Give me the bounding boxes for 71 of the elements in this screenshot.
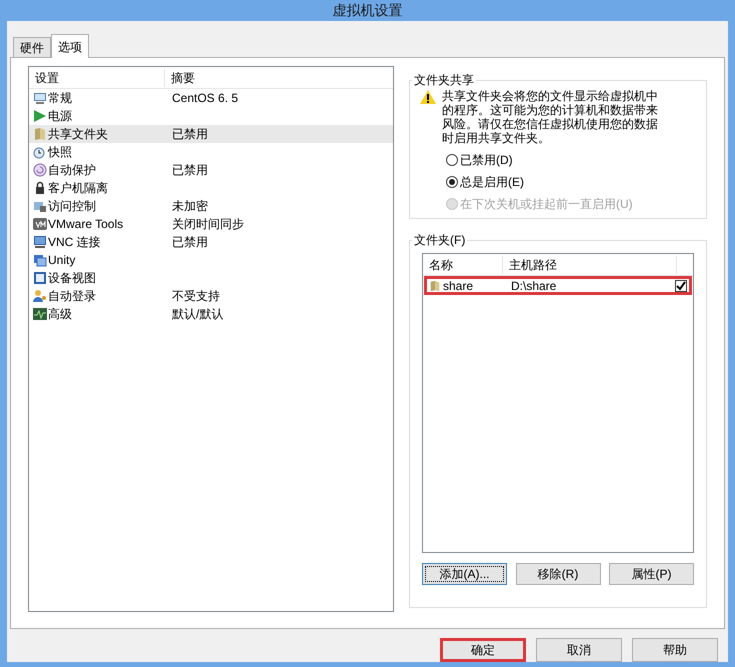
setting-summary: 已禁用 [171,126,208,143]
setting-name: 常规 [48,90,72,107]
lock-icon [33,181,47,195]
folder-name: share [443,278,474,294]
settings-row[interactable]: 自动保护 已禁用 [29,161,393,179]
folder-icon [33,127,47,141]
settings-row[interactable]: 客户机隔离 [29,179,393,197]
cycle-icon [33,163,47,177]
warning-icon [420,90,436,104]
setting-name: 共享文件夹 [48,126,108,143]
settings-row[interactable]: 共享文件夹 已禁用 [29,125,393,143]
setting-name: 设备视图 [48,270,96,287]
folder-button[interactable]: 添加(A)... [422,563,507,585]
monitor-icon [33,235,47,249]
checkbox[interactable] [675,280,687,292]
settings-row[interactable]: Unity [29,251,393,269]
settings-row[interactable]: VNC 连接 已禁用 [29,233,393,251]
settings-row[interactable]: 自动登录 不受支持 [29,287,393,305]
settings-row[interactable]: VMware Tools 关闭时间同步 [29,215,393,233]
setting-name: Unity [48,252,76,269]
folder-row[interactable]: share D:\share [424,276,692,295]
settings-row[interactable]: 常规 CentOS 6. 5 [29,89,393,107]
setting-summary: 已禁用 [171,234,208,251]
setting-summary: 不受支持 [171,288,220,305]
dialog-button[interactable]: 取消 [536,638,622,662]
setting-name: 快照 [48,144,72,161]
folder-path: D:\share [510,278,558,294]
clock-icon [33,145,47,159]
dialog-button[interactable]: 帮助 [632,638,718,662]
play-icon [33,109,47,123]
settings-row[interactable]: 访问控制 未加密 [29,197,393,215]
radio-option[interactable]: 总是启用(E) [446,173,696,191]
settings-row[interactable]: 电源 [29,107,393,125]
radio-option[interactable]: 已禁用(D) [446,151,696,169]
setting-name: VMware Tools [48,216,124,233]
setting-name: 电源 [48,108,72,125]
folder-button[interactable]: 移除(R) [516,563,600,585]
window-title: 虚拟机设置 [332,1,402,20]
radio-button[interactable] [446,154,458,166]
folder-button[interactable]: 属性(P) [609,563,694,585]
radio-button[interactable] [446,176,458,188]
device-view-icon [33,271,47,285]
group-title: 文件夹(F) [413,232,466,249]
setting-name: VNC 连接 [48,234,101,251]
setting-name: 自动登录 [48,288,96,305]
setting-summary: 未加密 [171,198,208,215]
warning-text: 共享文件夹会将您的文件显示给虚拟机中的程序。这可能为您的计算机和数据带来风险。请仅在您信任虚拟机使用您的数据时启用共享文件夹。 [442,89,659,145]
setting-name: 自动保护 [48,162,96,179]
column-header[interactable]: 名称 [423,256,503,274]
setting-summary: CentOS 6. 5 [171,90,238,107]
tab[interactable]: 硬件 [13,37,51,57]
setting-name: 高级 [48,306,72,323]
monitor-icon [33,91,47,105]
setting-name: 客户机隔离 [48,180,108,197]
setting-summary: 已禁用 [171,162,208,179]
windows-icon [33,253,47,267]
column-header[interactable]: 摘要 [165,68,201,86]
folder-icon [429,280,441,292]
tab[interactable]: 选项 [51,34,89,58]
column-header[interactable]: 主机路径 [503,256,677,274]
setting-summary: 关闭时间同步 [171,216,244,233]
setting-summary: 默认/默认 [171,306,224,323]
column-header[interactable]: 设置 [29,68,165,86]
activity-icon [33,307,47,321]
group-title: 文件夹共享 [413,72,475,89]
dialog-button[interactable]: 确定 [440,638,526,662]
settings-row[interactable]: 快照 [29,143,393,161]
vm-icon [33,217,47,231]
setting-name: 访问控制 [48,198,96,215]
settings-row[interactable]: 设备视图 [29,269,393,287]
settings-row[interactable]: 高级 默认/默认 [29,305,393,323]
